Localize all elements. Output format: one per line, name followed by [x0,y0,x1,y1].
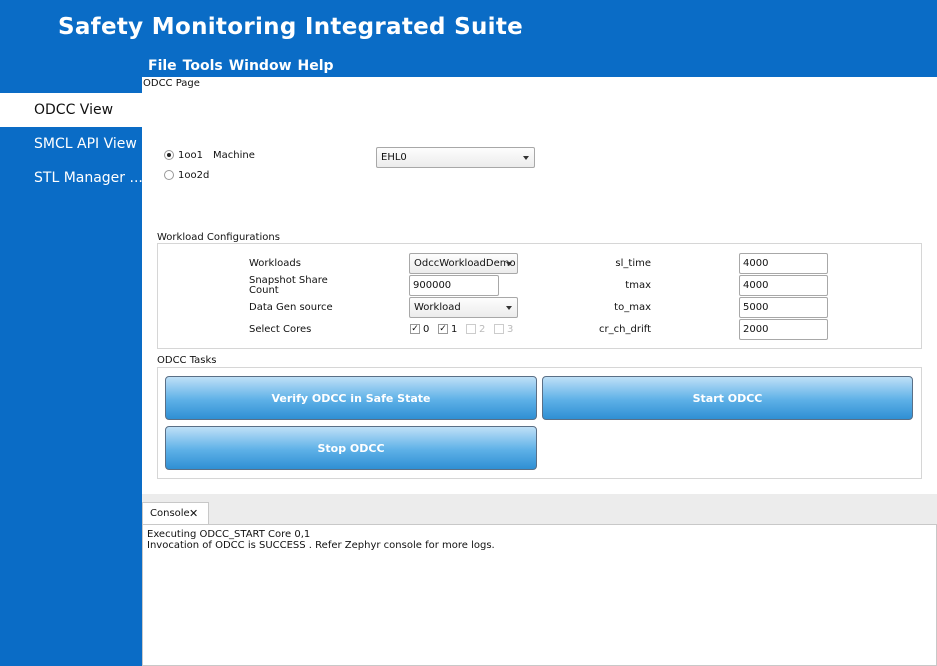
radio-1oo1[interactable] [164,150,174,160]
core-2-label: 2 [479,324,486,335]
close-icon[interactable]: ✕ [189,503,198,525]
tmax-input[interactable]: 4000 [739,275,828,296]
sidebar-item-smcl-api-view[interactable]: SMCL API View [0,127,142,161]
main-panel: ODCC Page 1oo1 Machine EHL0 1oo2d Worklo… [142,77,937,494]
sidebar-item-stl-manager[interactable]: STL Manager ... [0,161,142,195]
core-1-label: 1 [451,324,458,335]
console-line: Invocation of ODCC is SUCCESS . Refer Ze… [147,540,495,551]
sidebar: ODCC View SMCL API View STL Manager ... [0,77,142,666]
machine-select[interactable]: EHL0 [376,147,535,168]
machine-label: Machine [213,150,255,161]
radio-1oo2d[interactable] [164,170,174,180]
chevron-down-icon [506,306,512,310]
core-0-label: 0 [423,324,430,335]
snapshot-label: Snapshot Share Count [249,275,328,296]
console-line: Executing ODCC_START Core 0,1 [147,529,311,540]
workloads-select-value: OdccWorkloadDemo [414,258,516,269]
workloads-label: Workloads [249,258,301,269]
tasks-section-title: ODCC Tasks [157,355,217,366]
workload-section-title: Workload Configurations [157,232,280,243]
console-tab-label: Console [150,508,190,519]
menu-bar: File Tools Window Help [148,58,334,74]
stop-odcc-button[interactable]: Stop ODCC [165,426,537,470]
sidebar-item-odcc-view[interactable]: ODCC View [0,93,142,127]
chevron-down-icon [523,156,529,160]
tmax-label: tmax [625,280,651,291]
console-panel: Console ✕ Executing ODCC_START Core 0,1 … [142,494,937,666]
start-odcc-button[interactable]: Start ODCC [542,376,913,420]
data-gen-source-value: Workload [414,302,461,313]
core-2-checkbox[interactable] [466,324,476,334]
data-gen-source-select[interactable]: Workload [409,297,518,318]
core-0-checkbox[interactable]: ✓ [410,324,420,334]
radio-1oo1-label: 1oo1 [178,150,203,161]
app-title: Safety Monitoring Integrated Suite [58,14,524,40]
sl-time-input[interactable]: 4000 [739,253,828,274]
to-max-input[interactable]: 5000 [739,297,828,318]
data-gen-source-label: Data Gen source [249,302,333,313]
menu-window[interactable]: Window [229,58,292,74]
console-tab[interactable]: Console ✕ [142,502,209,525]
chevron-down-icon [506,262,512,266]
select-cores-label: Select Cores [249,324,312,335]
menu-file[interactable]: File [148,58,177,74]
menu-help[interactable]: Help [298,58,334,74]
cr-ch-drift-input[interactable]: 2000 [739,319,828,340]
app-header: Safety Monitoring Integrated Suite File … [0,0,937,77]
workloads-select[interactable]: OdccWorkloadDemo [409,253,518,274]
verify-odcc-button[interactable]: Verify ODCC in Safe State [165,376,537,420]
cr-ch-drift-label: cr_ch_drift [599,324,651,335]
snapshot-share-count-input[interactable]: 900000 [409,275,499,296]
to-max-label: to_max [614,302,651,313]
menu-tools[interactable]: Tools [183,58,223,74]
radio-1oo2d-label: 1oo2d [178,170,210,181]
core-1-checkbox[interactable]: ✓ [438,324,448,334]
core-3-label: 3 [507,324,514,335]
core-3-checkbox[interactable] [494,324,504,334]
machine-select-value: EHL0 [381,152,407,163]
page-title: ODCC Page [143,78,200,89]
sl-time-label: sl_time [615,258,651,269]
console-output: Executing ODCC_START Core 0,1 Invocation… [142,524,937,666]
